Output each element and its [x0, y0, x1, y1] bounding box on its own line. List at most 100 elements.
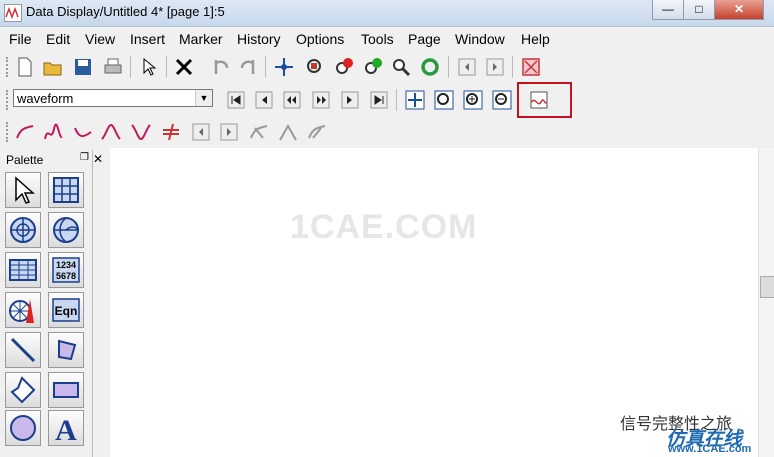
menu-bar: File Edit View Insert Marker History Opt…: [0, 28, 774, 50]
polyline-icon: [10, 376, 36, 404]
marker-move-up-icon[interactable]: [277, 121, 299, 143]
smith-chart-icon: [53, 217, 79, 243]
polygon-icon: [58, 339, 77, 361]
pointer-icon: [15, 176, 35, 204]
new-icon[interactable]: [14, 56, 36, 78]
previous-page-icon[interactable]: [456, 56, 478, 78]
delete-icon[interactable]: [173, 56, 195, 78]
marker-new-icon[interactable]: [14, 121, 36, 143]
menu-options[interactable]: Options: [296, 31, 344, 47]
next-point-icon[interactable]: [339, 89, 361, 111]
watermark-text: 1CAE.COM: [290, 208, 478, 246]
palette-antenna-button[interactable]: [5, 292, 41, 328]
line-icon: [10, 337, 36, 363]
zoom-in-plot-icon[interactable]: [462, 89, 484, 111]
toolbar-separator: [265, 56, 266, 78]
trace-type-dropdown[interactable]: waveform ▼: [13, 89, 213, 107]
palette-list-button[interactable]: [5, 252, 41, 288]
last-point-icon[interactable]: [368, 89, 390, 111]
zoom-in-2-icon[interactable]: [333, 56, 355, 78]
chevron-down-icon[interactable]: ▼: [195, 90, 212, 106]
marker-move-right-icon[interactable]: [306, 121, 328, 143]
palette-rectangle-button[interactable]: [48, 372, 84, 408]
palette-polygon-button[interactable]: [48, 332, 84, 368]
toolbar-grip[interactable]: [6, 122, 12, 142]
app-icon: [4, 4, 22, 22]
zoom-plot-icon[interactable]: [433, 89, 455, 111]
marker-toolbar: [0, 117, 774, 147]
zoom-out-plot-icon[interactable]: [491, 89, 513, 111]
zoom-out-2-icon[interactable]: [362, 56, 384, 78]
svg-text:A: A: [55, 414, 77, 443]
palette-select-button[interactable]: [5, 172, 41, 208]
step-forward-icon[interactable]: [310, 89, 332, 111]
refresh-icon[interactable]: [419, 56, 441, 78]
toolbar-grip[interactable]: [6, 90, 12, 110]
menu-edit[interactable]: Edit: [46, 31, 70, 47]
menu-window[interactable]: Window: [455, 31, 505, 47]
menu-page[interactable]: Page: [408, 31, 441, 47]
svg-text:1234: 1234: [56, 260, 76, 270]
maximize-button[interactable]: □: [683, 0, 715, 20]
palette-grid-plot-button[interactable]: [48, 172, 84, 208]
previous-point-icon[interactable]: [253, 89, 275, 111]
marker-valley-icon[interactable]: [130, 121, 152, 143]
close-button[interactable]: ✕: [714, 0, 764, 20]
zoom-box-icon[interactable]: [304, 56, 326, 78]
text-icon: A: [55, 414, 77, 443]
menu-help[interactable]: Help: [521, 31, 550, 47]
marker-min-icon[interactable]: [72, 121, 94, 143]
dropdown-value: waveform: [17, 91, 74, 106]
palette-number-button[interactable]: 1234 5678: [48, 252, 84, 288]
toolbar-separator: [130, 56, 131, 78]
marker-prev-icon[interactable]: [190, 121, 212, 143]
equation-icon: Eqn: [52, 298, 80, 322]
toolbar-separator: [166, 56, 167, 78]
marker-next-icon[interactable]: [218, 121, 240, 143]
scrollbar-thumb[interactable]: [760, 276, 774, 298]
minimize-button[interactable]: —: [652, 0, 684, 20]
palette-circle-button[interactable]: [5, 410, 41, 446]
watermark-url: www.1CAE.com: [668, 443, 752, 455]
polar-icon: [10, 217, 36, 243]
menu-history[interactable]: History: [237, 31, 281, 47]
svg-text:Eqn: Eqn: [55, 304, 78, 318]
palette-line-button[interactable]: [5, 332, 41, 368]
toolbar-grip[interactable]: [6, 57, 12, 77]
menu-file[interactable]: File: [9, 31, 32, 47]
rectangle-icon: [53, 382, 79, 398]
step-back-icon[interactable]: [281, 89, 303, 111]
pan-plot-icon[interactable]: [404, 89, 426, 111]
zoom-out-icon[interactable]: [390, 56, 412, 78]
save-icon[interactable]: [72, 56, 94, 78]
palette-text-button[interactable]: A: [48, 410, 84, 446]
palette-polar-plot-button[interactable]: [5, 212, 41, 248]
palette-close-icon[interactable]: ✕: [93, 152, 103, 166]
marker-move-left-icon[interactable]: [248, 121, 270, 143]
palette-polyline-button[interactable]: [5, 372, 41, 408]
dock-icon[interactable]: ❐: [80, 152, 89, 163]
menu-tools[interactable]: Tools: [361, 31, 394, 47]
main-toolbar: [0, 52, 774, 82]
menu-view[interactable]: View: [85, 31, 115, 47]
first-point-icon[interactable]: [225, 89, 247, 111]
menu-marker[interactable]: Marker: [179, 31, 223, 47]
window-title: Data Display/Untitled 4* [page 1]:5: [26, 4, 225, 19]
open-icon[interactable]: [42, 56, 64, 78]
marker-delta-icon[interactable]: [160, 121, 182, 143]
marker-peak-icon[interactable]: [100, 121, 122, 143]
numbers-icon: 12345678: [52, 257, 80, 283]
redo-icon[interactable]: [238, 56, 260, 78]
palette-smith-chart-button[interactable]: [48, 212, 84, 248]
undo-icon[interactable]: [209, 56, 231, 78]
svg-text:5678: 5678: [56, 271, 76, 281]
next-page-icon[interactable]: [484, 56, 506, 78]
delete-page-icon[interactable]: [520, 56, 542, 78]
print-icon[interactable]: [102, 56, 124, 78]
pointer-icon[interactable]: [138, 56, 160, 78]
vertical-scrollbar[interactable]: [758, 148, 774, 457]
palette-equation-button[interactable]: Eqn: [48, 292, 84, 328]
pan-icon[interactable]: [273, 56, 295, 78]
menu-insert[interactable]: Insert: [130, 31, 165, 47]
marker-max-icon[interactable]: [43, 121, 65, 143]
